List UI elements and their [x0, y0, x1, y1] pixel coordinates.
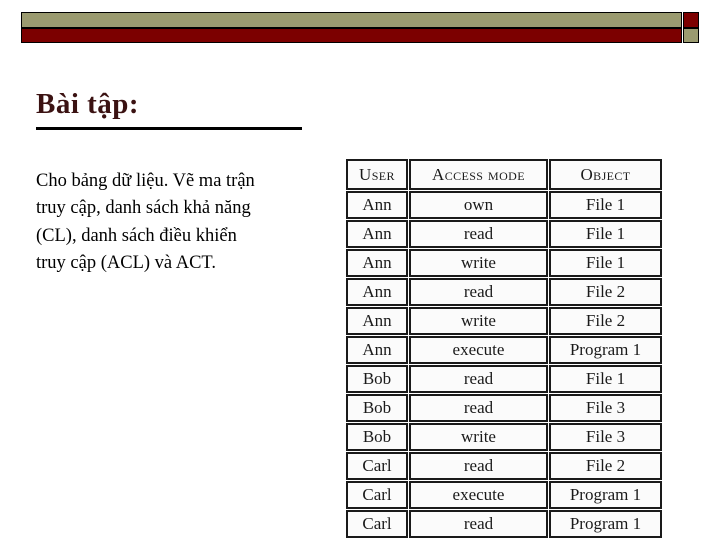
cell-access-mode: execute: [409, 336, 548, 364]
banner-bottom-end-square: [683, 27, 699, 43]
cell-access-mode: read: [409, 452, 548, 480]
banner-top-end-square: [683, 12, 699, 28]
cell-object: File 2: [549, 278, 662, 306]
access-table-container: User Access mode Object Ann own File 1 Ann r…: [345, 158, 663, 539]
banner-bottom-long-bar: [21, 27, 682, 43]
table-body: Ann own File 1 Ann read File 1 Ann write File 1A…: [346, 191, 662, 538]
cell-object: File 2: [549, 307, 662, 335]
table-row: Carl read File 2: [346, 452, 662, 480]
cell-user: Carl: [346, 510, 408, 538]
cell-user: Ann: [346, 278, 408, 306]
page-title: Bài tập:: [36, 88, 140, 120]
cell-user: Bob: [346, 394, 408, 422]
cell-access-mode: write: [409, 249, 548, 277]
table-row: Bob write File 3: [346, 423, 662, 451]
column-header-object: Object: [549, 159, 662, 190]
cell-user: Carl: [346, 481, 408, 509]
cell-object: Program 1: [549, 336, 662, 364]
table-row: Ann write File 2: [346, 307, 662, 335]
access-control-table: User Access mode Object Ann own File 1 Ann r…: [345, 158, 663, 539]
body-paragraph: Cho bảng dữ liệu. Vẽ ma trận truy cập, d…: [36, 171, 255, 274]
cell-object: File 2: [549, 452, 662, 480]
cell-access-mode: write: [409, 423, 548, 451]
cell-user: Ann: [346, 249, 408, 277]
table-header-row: User Access mode Object: [346, 159, 662, 190]
cell-user: Ann: [346, 220, 408, 248]
cell-access-mode: read: [409, 510, 548, 538]
cell-object: File 3: [549, 423, 662, 451]
table-row: Ann execute Program 1: [346, 336, 662, 364]
cell-access-mode: read: [409, 394, 548, 422]
cell-user: Carl: [346, 452, 408, 480]
table-row: Carl execute Program 1: [346, 481, 662, 509]
cell-object: File 1: [549, 191, 662, 219]
cell-object: Program 1: [549, 481, 662, 509]
title-underline-rule: [36, 127, 302, 131]
table-row: Carl read Program 1: [346, 510, 662, 538]
slide-top-banner: [21, 12, 699, 43]
banner-row-bottom: [21, 27, 699, 43]
column-header-user: User: [346, 159, 408, 190]
banner-top-long-bar: [21, 12, 682, 28]
title-block: Bài tập:: [36, 88, 304, 131]
cell-object: File 1: [549, 249, 662, 277]
cell-user: Ann: [346, 191, 408, 219]
cell-access-mode: read: [409, 278, 548, 306]
cell-object: File 1: [549, 220, 662, 248]
table-row: Bob read File 1: [346, 365, 662, 393]
table-header: User Access mode Object: [346, 159, 662, 190]
cell-access-mode: read: [409, 365, 548, 393]
cell-object: File 1: [549, 365, 662, 393]
cell-user: Ann: [346, 336, 408, 364]
table-row: Ann read File 2: [346, 278, 662, 306]
cell-object: Program 1: [549, 510, 662, 538]
cell-user: Ann: [346, 307, 408, 335]
table-row: Ann own File 1: [346, 191, 662, 219]
cell-access-mode: execute: [409, 481, 548, 509]
table-row: Ann read File 1: [346, 220, 662, 248]
table-row: Ann write File 1: [346, 249, 662, 277]
table-row: Bob read File 3: [346, 394, 662, 422]
banner-row-top: [21, 12, 699, 28]
cell-access-mode: read: [409, 220, 548, 248]
cell-access-mode: own: [409, 191, 548, 219]
cell-user: Bob: [346, 365, 408, 393]
cell-access-mode: write: [409, 307, 548, 335]
column-header-access-mode: Access mode: [409, 159, 548, 190]
cell-object: File 3: [549, 394, 662, 422]
cell-user: Bob: [346, 423, 408, 451]
